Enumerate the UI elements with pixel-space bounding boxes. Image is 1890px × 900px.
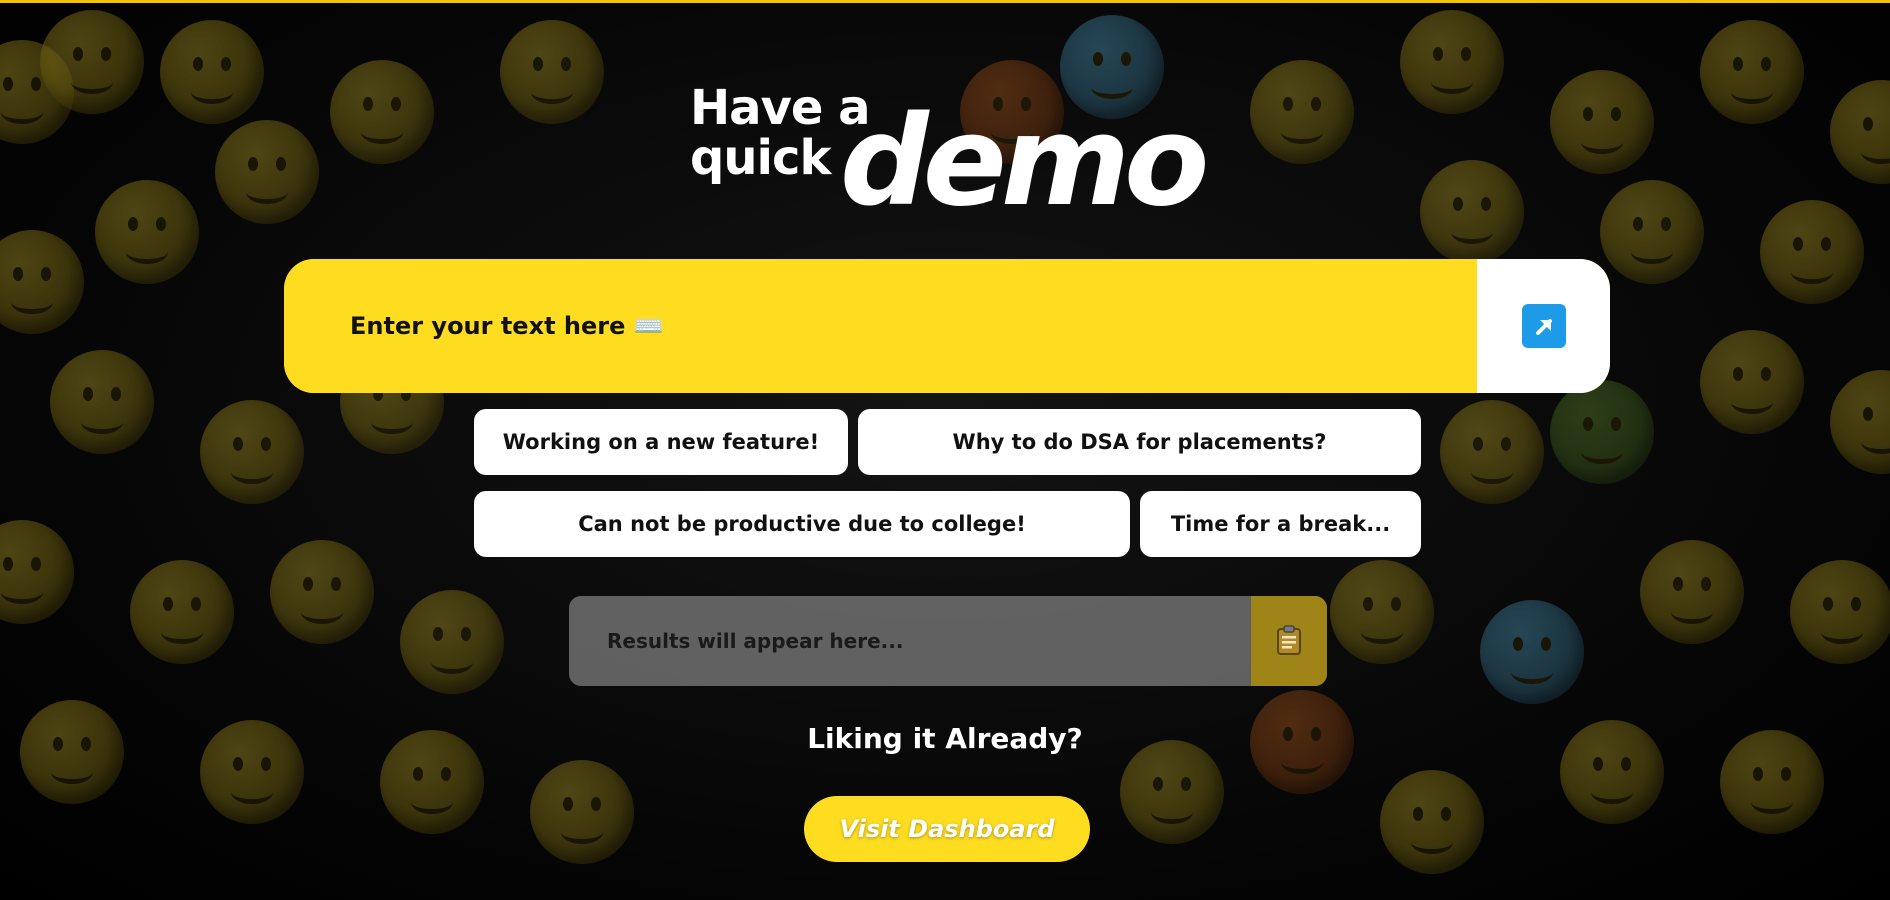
copy-button[interactable] <box>1251 596 1327 686</box>
results-box: Results will appear here... <box>569 596 1327 686</box>
suggestion-chip[interactable]: Can not be productive due to college! <box>474 491 1130 557</box>
suggestion-chip[interactable]: Working on a new feature! <box>474 409 848 475</box>
demo-text-input[interactable] <box>284 259 1477 393</box>
top-border <box>0 0 1890 3</box>
results-placeholder: Results will appear here... <box>607 629 904 653</box>
visit-dashboard-button[interactable]: Visit Dashboard <box>804 796 1090 862</box>
demo-page: Have a quick demo Working on a new featu… <box>0 0 1890 900</box>
hero-word-demo: demo <box>840 90 1209 234</box>
hero-line-quick: quick <box>690 130 831 186</box>
suggestion-chip[interactable]: Why to do DSA for placements? <box>858 409 1421 475</box>
demo-input-bar <box>284 259 1610 393</box>
cta-heading: Liking it Already? <box>807 722 1083 755</box>
hero-title: Have a quick demo <box>690 82 1250 234</box>
submit-button[interactable] <box>1477 259 1610 393</box>
arrow-up-right-icon <box>1521 304 1566 348</box>
clipboard-icon <box>1276 624 1302 658</box>
suggestion-chip[interactable]: Time for a break... <box>1140 491 1421 557</box>
